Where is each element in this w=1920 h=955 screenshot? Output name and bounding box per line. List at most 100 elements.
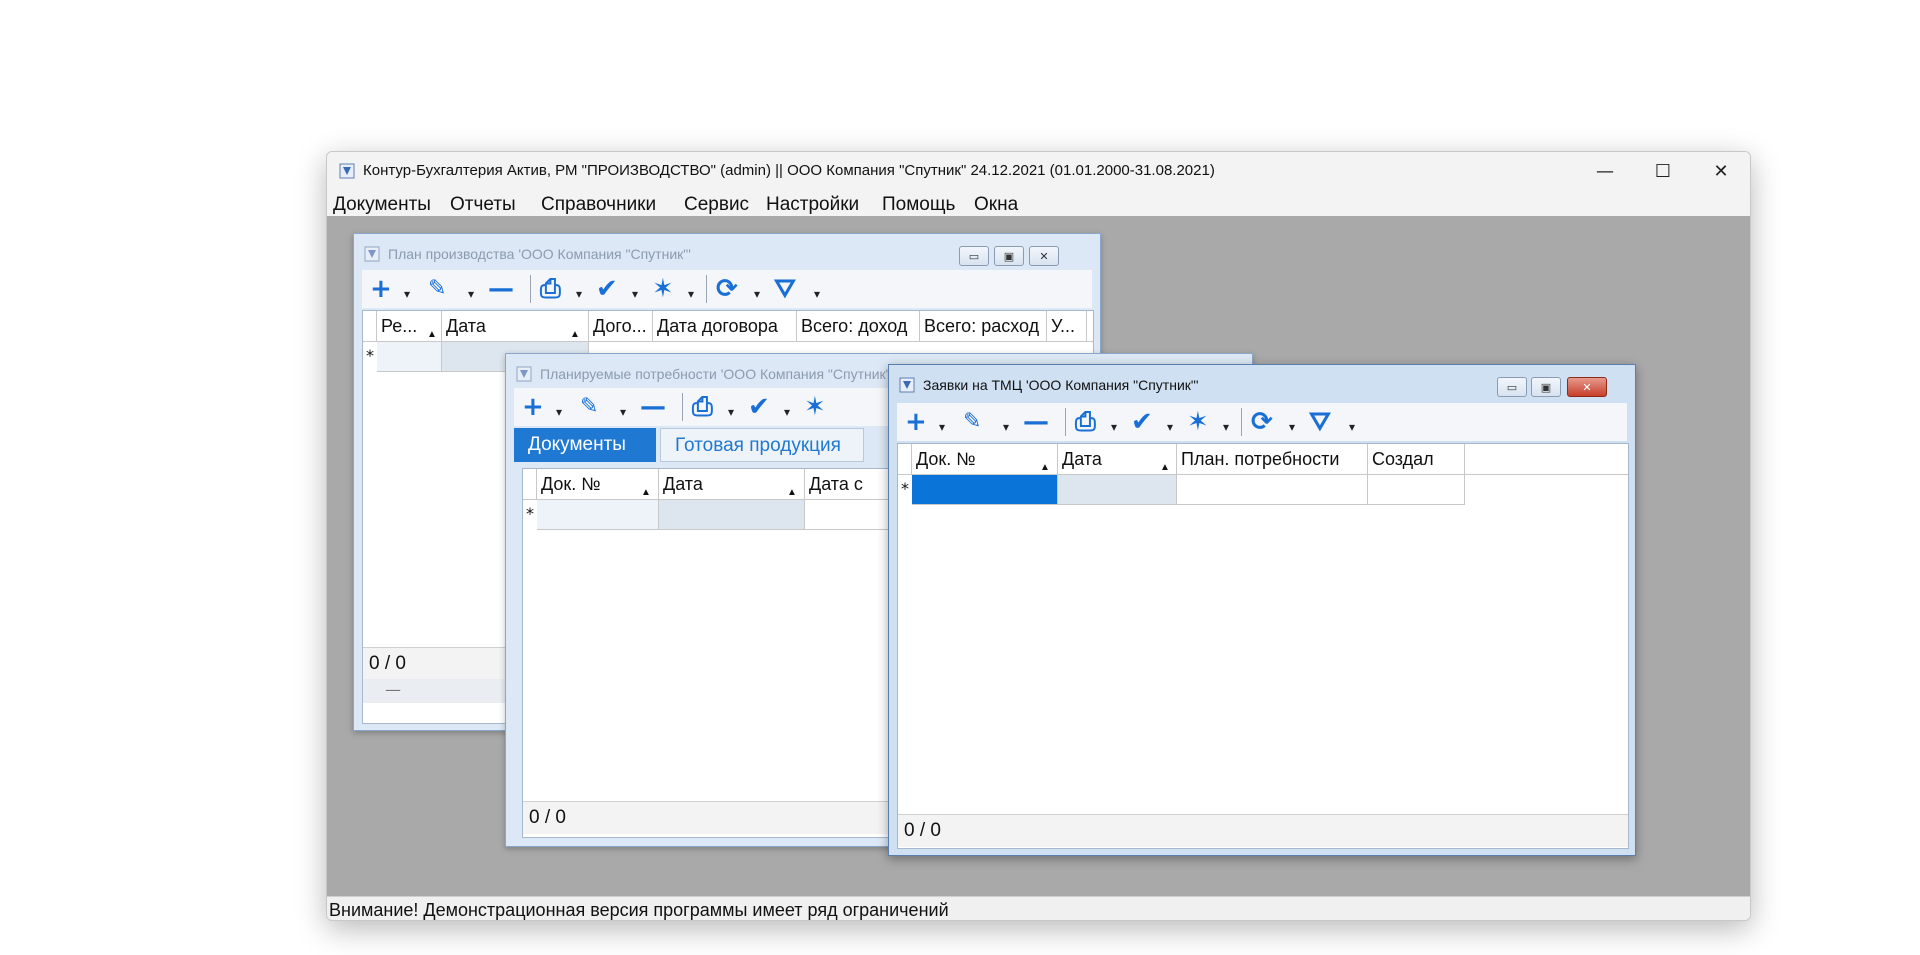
menu-service[interactable]: Сервис [684, 194, 749, 216]
add-dropdown-icon[interactable]: ▾ [556, 397, 562, 427]
column-header-plan-needs[interactable]: План. потребности [1177, 444, 1368, 474]
grid-cell[interactable] [1177, 475, 1368, 505]
column-header-total-expense[interactable]: Всего: расход [920, 311, 1047, 341]
close-button[interactable]: ✕ [1029, 246, 1059, 266]
sort-asc-icon: ▲ [787, 487, 797, 498]
magic-dropdown-icon[interactable]: ▾ [1223, 412, 1229, 442]
close-icon: ✕ [1713, 160, 1729, 182]
approve-icon[interactable]: ✔ [1131, 407, 1153, 437]
add-dropdown-icon[interactable]: ▾ [939, 412, 945, 442]
print-icon[interactable]: ⎙ [540, 274, 561, 304]
collapse-icon[interactable]: — [385, 680, 401, 699]
column-header-contract-date[interactable]: Дата договора [653, 311, 797, 341]
column-header-date[interactable]: Дата ▲ [1058, 444, 1177, 474]
minimize-button[interactable]: ▭ [959, 246, 989, 266]
refresh-icon[interactable]: ⟳ [1251, 407, 1273, 437]
column-header-reg[interactable]: Ре... ▲ [377, 311, 442, 341]
filter-dropdown-icon[interactable]: ▾ [1349, 412, 1355, 442]
add-icon[interactable]: + [370, 274, 392, 304]
menu-settings[interactable]: Настройки [766, 194, 859, 216]
requests-window[interactable]: Заявки на ТМЦ 'ООО Компания "Спутник"' ▭… [888, 364, 1636, 856]
status-message: Внимание! Демонстрационная версия програ… [329, 900, 949, 920]
edit-icon[interactable]: ✎ [428, 274, 446, 304]
magic-wand-icon[interactable]: ✶ [1187, 407, 1209, 437]
toolbar: + ▾ ✎ ▾ — ⎙ ▾ ✔ ▾ ✶ ▾ ⟳ ▾ ⛛ ▾ [362, 270, 1092, 308]
tab-documents[interactable]: Документы [514, 428, 656, 462]
minimize-button[interactable]: — [1576, 152, 1634, 190]
approve-dropdown-icon[interactable]: ▾ [1167, 412, 1173, 442]
close-icon: ✕ [1582, 380, 1592, 394]
close-button[interactable]: ✕ [1692, 152, 1750, 190]
approve-dropdown-icon[interactable]: ▾ [632, 279, 638, 309]
add-icon[interactable]: + [522, 392, 544, 422]
new-row[interactable]: * [898, 475, 1628, 505]
magic-wand-icon[interactable]: ✶ [652, 274, 674, 304]
edit-dropdown-icon[interactable]: ▾ [468, 279, 474, 309]
toolbar: + ▾ ✎ ▾ — ⎙ ▾ ✔ ▾ ✶ ▾ ⟳ ▾ ⛛ ▾ [897, 403, 1627, 441]
remove-icon[interactable]: — [640, 392, 666, 422]
selected-cell[interactable] [912, 475, 1058, 505]
menu-references[interactable]: Справочники [541, 194, 656, 216]
refresh-icon[interactable]: ⟳ [716, 274, 738, 304]
print-icon[interactable]: ⎙ [1075, 407, 1096, 437]
minimize-icon: ▭ [968, 249, 980, 263]
remove-icon[interactable]: — [488, 274, 514, 304]
filter-icon[interactable]: ⛛ [1309, 407, 1331, 437]
grid-cell[interactable] [537, 500, 659, 530]
column-header-created-by[interactable]: Создал [1368, 444, 1465, 474]
grid-cell[interactable] [1368, 475, 1465, 505]
title-bar[interactable]: Контур-Бухгалтерия Актив, РМ "ПРОИЗВОДСТ… [327, 152, 1750, 190]
app-logo-icon [339, 163, 355, 179]
magic-dropdown-icon[interactable]: ▾ [688, 279, 694, 309]
maximize-button[interactable]: ▣ [994, 246, 1024, 266]
edit-icon[interactable]: ✎ [580, 392, 598, 422]
column-header-date[interactable]: Дата ▲ [442, 311, 589, 341]
requests-window-title: Заявки на ТМЦ 'ООО Компания "Спутник"' [923, 377, 1199, 393]
print-dropdown-icon[interactable]: ▾ [728, 397, 734, 427]
add-icon[interactable]: + [905, 407, 927, 437]
approve-icon[interactable]: ✔ [748, 392, 770, 422]
column-header-doc-number[interactable]: Док. № ▲ [537, 469, 659, 499]
tab-finished-products[interactable]: Готовая продукция [660, 428, 864, 462]
grid-cell[interactable] [1058, 475, 1177, 505]
menu-help[interactable]: Помощь [882, 194, 955, 216]
grid-header: Ре... ▲ Дата ▲ Дого... Дата договора Всего… [363, 311, 1093, 342]
sort-asc-icon: ▲ [1160, 462, 1170, 473]
row-indicator-header [363, 311, 377, 341]
refresh-dropdown-icon[interactable]: ▾ [754, 279, 760, 309]
remove-icon[interactable]: — [1023, 407, 1049, 437]
print-dropdown-icon[interactable]: ▾ [1111, 412, 1117, 442]
close-button[interactable]: ✕ [1567, 377, 1607, 397]
grid-cell[interactable] [377, 342, 442, 372]
edit-dropdown-icon[interactable]: ▾ [620, 397, 626, 427]
menu-windows[interactable]: Окна [974, 194, 1018, 216]
requests-window-titlebar[interactable]: Заявки на ТМЦ 'ООО Компания "Спутник"' ▭… [889, 365, 1635, 399]
column-header-date[interactable]: Дата ▲ [659, 469, 805, 499]
refresh-dropdown-icon[interactable]: ▾ [1289, 412, 1295, 442]
menu-documents[interactable]: Документы [333, 194, 431, 216]
magic-wand-icon[interactable]: ✶ [804, 392, 826, 422]
maximize-button[interactable]: ☐ [1634, 152, 1692, 190]
column-header-doc-number[interactable]: Док. № ▲ [912, 444, 1058, 474]
grid-cell[interactable] [659, 500, 805, 530]
column-header-u[interactable]: У... [1047, 311, 1087, 341]
print-icon[interactable]: ⎙ [692, 392, 713, 422]
print-dropdown-icon[interactable]: ▾ [576, 279, 582, 309]
plan-window-titlebar[interactable]: План производства 'ООО Компания "Спутник… [354, 234, 1100, 268]
maximize-button[interactable]: ▣ [1531, 377, 1561, 397]
window-icon [516, 366, 532, 382]
filter-dropdown-icon[interactable]: ▾ [814, 279, 820, 309]
edit-icon[interactable]: ✎ [963, 407, 981, 437]
requests-grid[interactable]: Док. № ▲ Дата ▲ План. потребности Создал *… [897, 443, 1629, 849]
filter-icon[interactable]: ⛛ [774, 274, 796, 304]
minimize-icon: — [1596, 160, 1614, 182]
approve-dropdown-icon[interactable]: ▾ [784, 397, 790, 427]
toolbar-separator [1241, 408, 1242, 436]
approve-icon[interactable]: ✔ [596, 274, 618, 304]
column-header-contract[interactable]: Дого... [589, 311, 653, 341]
menu-reports[interactable]: Отчеты [450, 194, 516, 216]
column-header-total-income[interactable]: Всего: доход [797, 311, 920, 341]
add-dropdown-icon[interactable]: ▾ [404, 279, 410, 309]
edit-dropdown-icon[interactable]: ▾ [1003, 412, 1009, 442]
minimize-button[interactable]: ▭ [1497, 377, 1527, 397]
